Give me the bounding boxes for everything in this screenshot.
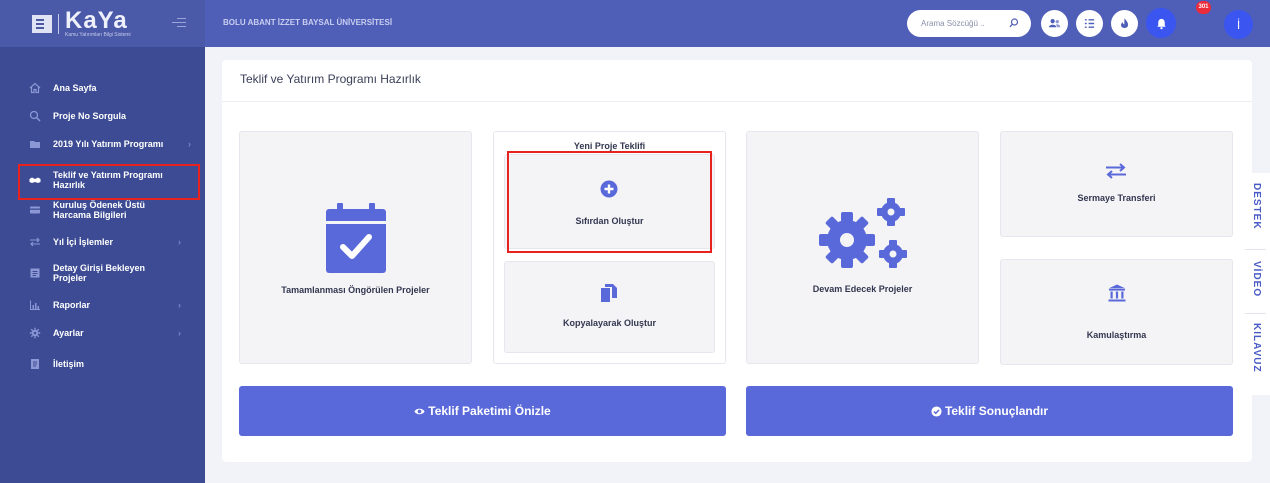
sidebar: KaYa Kamu Yatırımları Bilgi Sistemi Ana … <box>0 0 205 483</box>
top-header: BOLU ABANT İZZET BAYSAL ÜNİVERSİTESİ 301… <box>205 0 1270 47</box>
sidebar-item-yil-ici-islemler[interactable]: Yıl İçi İşlemler › <box>0 236 205 248</box>
chevron-right-icon: › <box>188 139 191 149</box>
tile-completed-projects[interactable]: Tamamlanması Öngörülen Projeler <box>239 131 472 364</box>
sidebar-item-label: Ayarlar <box>53 328 84 338</box>
chevron-right-icon: › <box>178 328 181 338</box>
finalize-proposal-button[interactable]: Teklif Sonuçlandır <box>746 386 1233 436</box>
transfer-icon <box>1106 163 1126 179</box>
flame-icon <box>1121 18 1129 29</box>
sidebar-item-raporlar[interactable]: Raporlar › <box>0 299 205 311</box>
sidebar-item-label: Kuruluş Ödenek Üstü Harcama Bilgileri <box>53 200 146 220</box>
sidebar-item-label: Yıl İçi İşlemler <box>53 237 114 247</box>
tile-label: Tamamlanması Öngörülen Projeler <box>281 285 430 295</box>
notifications-button[interactable] <box>1146 8 1176 38</box>
tile-label: Devam Edecek Projeler <box>812 284 913 294</box>
sidebar-item-ana-sayfa[interactable]: Ana Sayfa <box>0 82 97 94</box>
tile-label: Sermaye Transferi <box>1077 193 1156 203</box>
brand-subtitle: Kamu Yatırımları Bilgi Sistemi <box>65 31 131 38</box>
button-label: Teklif Paketimi Önizle <box>428 404 551 418</box>
side-tab-divider <box>1245 249 1266 250</box>
university-name: BOLU ABANT İZZET BAYSAL ÜNİVERSİTESİ <box>223 18 393 27</box>
bell-icon <box>1156 18 1166 29</box>
button-label: Teklif Sonuçlandır <box>944 404 1049 418</box>
gears-icon <box>819 198 907 268</box>
tab-destek[interactable]: DESTEK <box>1250 183 1262 230</box>
sidebar-item-odenek-ustu-harcama[interactable]: Kuruluş Ödenek Üstü Harcama Bilgileri <box>0 200 163 220</box>
brand-logo[interactable]: KaYa Kamu Yatırımları Bilgi Sistemi <box>0 0 205 47</box>
users-icon <box>1048 19 1061 28</box>
logo-divider <box>58 13 59 34</box>
sidebar-item-label: Proje No Sorgula <box>53 111 127 121</box>
contact-icon <box>29 358 41 370</box>
brand-text: KaYa Kamu Yatırımları Bilgi Sistemi <box>65 6 131 38</box>
gear-icon <box>29 327 41 339</box>
home-icon <box>29 82 41 94</box>
tile-expropriation[interactable]: Kamulaştırma <box>1000 259 1233 365</box>
selection-highlight <box>507 151 712 253</box>
users-button[interactable] <box>1041 10 1068 37</box>
theme-button[interactable] <box>1111 10 1138 37</box>
sidebar-item-label: Ana Sayfa <box>53 83 97 93</box>
side-tabs: DESTEK VİDEO KILAVUZ <box>1241 173 1270 395</box>
sidebar-item-ayarlar[interactable]: Ayarlar › <box>0 327 205 339</box>
sidebar-item-iletisim[interactable]: İletişim <box>0 358 84 370</box>
eye-icon <box>414 408 425 414</box>
sidebar-item-proje-no-sorgula[interactable]: Proje No Sorgula <box>0 110 126 122</box>
tile-label: Kopyalayarak Oluştur <box>562 318 657 328</box>
folder-icon <box>29 138 41 150</box>
calendar-check-icon <box>326 203 386 273</box>
sidebar-item-label: 2019 Yılı Yatırım Programı <box>53 139 164 149</box>
menu-toggle-icon[interactable] <box>172 18 186 28</box>
avatar[interactable]: İ <box>1224 10 1253 39</box>
tile-ongoing-projects[interactable]: Devam Edecek Projeler <box>746 131 979 364</box>
create-by-copy-button[interactable]: Kopyalayarak Oluştur <box>504 261 715 353</box>
tile-capital-transfer[interactable]: Sermaye Transferi <box>1000 131 1233 237</box>
title-divider <box>222 101 1252 102</box>
tasks-button[interactable] <box>1076 10 1103 37</box>
search-icon[interactable] <box>1009 18 1019 28</box>
bank-icon <box>1108 284 1126 302</box>
copy-icon <box>601 284 617 302</box>
brand-title: KaYa <box>65 6 128 34</box>
sidebar-item-yatirim-programi[interactable]: 2019 Yılı Yatırım Programı › <box>0 138 205 150</box>
tab-kilavuz[interactable]: KILAVUZ <box>1250 323 1262 373</box>
page-title: Teklif ve Yatırım Programı Hazırlık <box>240 72 421 86</box>
search-icon <box>29 110 41 122</box>
notification-count-badge: 301 <box>1196 1 1211 14</box>
list-icon <box>29 267 41 279</box>
search-box[interactable] <box>907 10 1031 37</box>
side-tab-divider <box>1245 313 1266 314</box>
sidebar-item-label: Detay Girişi Bekleyen Projeler <box>53 263 146 283</box>
tab-video[interactable]: VİDEO <box>1250 261 1262 297</box>
active-item-highlight <box>18 164 200 200</box>
preview-package-button[interactable]: Teklif Paketimi Önizle <box>239 386 726 436</box>
checklist-icon <box>1084 19 1095 28</box>
chevron-right-icon: › <box>178 300 181 310</box>
search-input[interactable] <box>921 17 1001 30</box>
sidebar-item-detay-girisi[interactable]: Detay Girişi Bekleyen Projeler <box>0 263 163 283</box>
logo-mark-icon <box>32 14 52 33</box>
sidebar-item-label: Raporlar <box>53 300 91 310</box>
card-icon <box>29 204 41 216</box>
sidebar-item-label: İletişim <box>53 359 85 369</box>
tile-label: Kamulaştırma <box>1086 330 1147 340</box>
group-title: Yeni Proje Teklifi <box>573 141 646 151</box>
chart-icon <box>29 299 41 311</box>
chevron-right-icon: › <box>178 237 181 247</box>
transfer-icon <box>29 236 41 248</box>
check-circle-icon <box>931 405 942 417</box>
